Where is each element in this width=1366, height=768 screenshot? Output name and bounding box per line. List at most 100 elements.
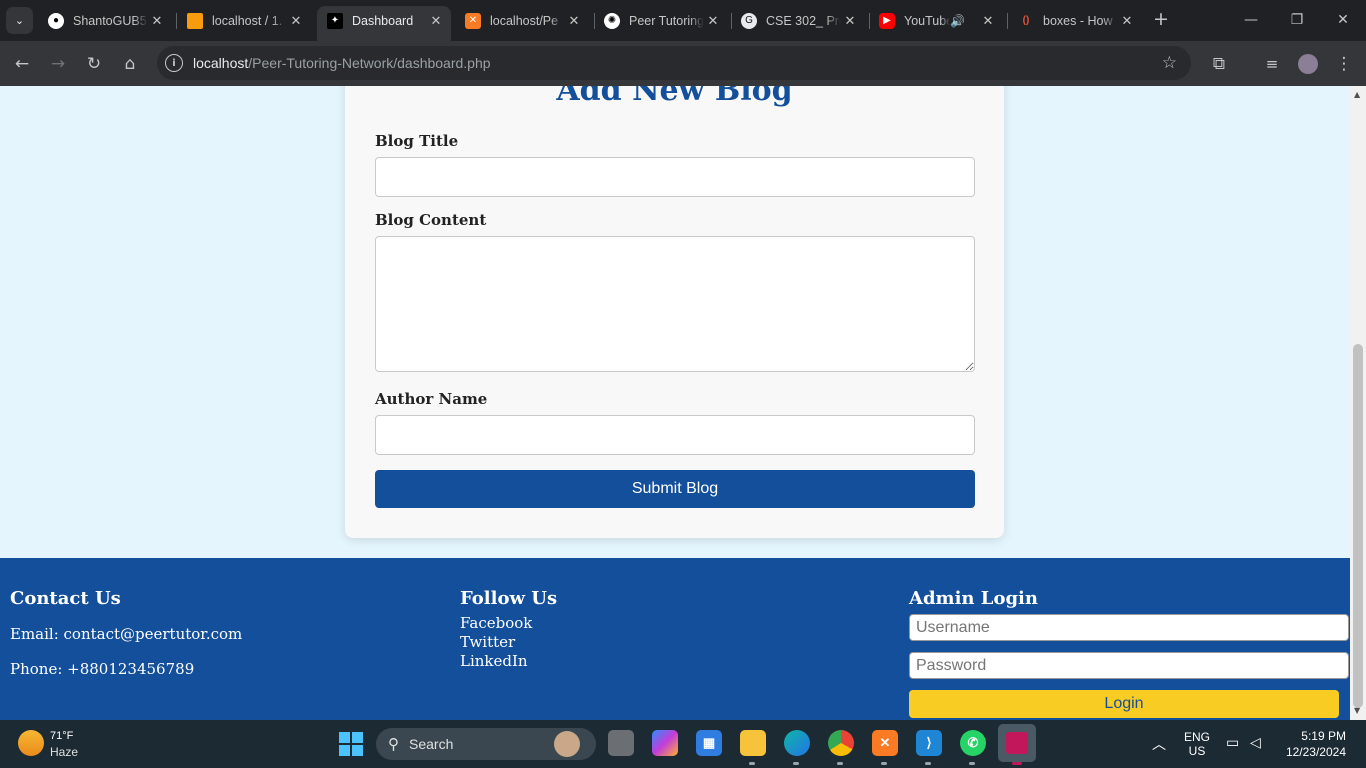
back-icon[interactable]: ←	[8, 50, 36, 78]
tab-xampp[interactable]: ✕ localhost/Pe ✕	[455, 6, 589, 35]
browser-toolbar: ← → ↻ ⌂ i localhost/Peer-Tutoring-Networ…	[0, 41, 1366, 86]
volume-icon[interactable]: ◁	[1250, 734, 1261, 751]
tab-dashboard[interactable]: ✦ Dashboard ✕	[317, 6, 451, 41]
tab-phpmyadmin[interactable]: localhost / 1. ✕	[177, 6, 311, 35]
whatsapp-icon[interactable]: ✆	[960, 730, 986, 756]
tab-youtube[interactable]: ▶ YouTube 🔊 ✕	[869, 6, 1003, 35]
close-icon[interactable]: ✕	[427, 13, 445, 29]
tab-chatgpt[interactable]: ✺ Peer Tutoring ✕	[594, 6, 728, 35]
taskbar-search[interactable]: ⚲ Search	[376, 728, 596, 760]
stackoverflow-icon: ()	[1022, 15, 1030, 26]
new-tab-button[interactable]: +	[1150, 9, 1172, 31]
scroll-up-icon[interactable]: ▲	[1354, 90, 1360, 99]
blog-title-input[interactable]	[375, 157, 975, 197]
home-icon[interactable]: ⌂	[116, 50, 144, 78]
page-scrollbar[interactable]: ▲ ▼	[1350, 86, 1366, 720]
tab-label: CSE 302_ Pro	[766, 13, 841, 28]
login-button[interactable]: Login	[909, 690, 1339, 718]
project-icon: G	[741, 12, 757, 29]
tab-label: localhost/Pe	[490, 13, 559, 28]
admin-login-heading: Admin Login	[909, 588, 1038, 609]
scroll-down-icon[interactable]: ▼	[1354, 706, 1360, 715]
close-icon[interactable]: ✕	[841, 13, 859, 29]
xampp-taskbar-icon[interactable]: ✕	[872, 730, 898, 756]
tab-search-button[interactable]: ⌄	[6, 7, 33, 34]
author-name-label: Author Name	[375, 390, 488, 408]
edge-icon[interactable]	[784, 730, 810, 756]
clock-date: 12/23/2024	[1285, 745, 1346, 759]
tab-stackoverflow[interactable]: () boxes - How ✕	[1008, 6, 1142, 35]
snipping-tool-icon[interactable]	[998, 724, 1036, 762]
page-viewport: Add New Blog Blog Title Blog Content Aut…	[0, 86, 1366, 720]
tab-label: ShantoGUB5	[73, 13, 147, 28]
windows-taskbar: 71°F Haze ⚲ Search ▦ ✕ ⟩ ✆ ︿ ENG US ▭ ◁ …	[0, 720, 1366, 768]
password-input[interactable]	[909, 652, 1349, 679]
file-explorer-icon[interactable]	[740, 730, 766, 756]
tab-label: Dashboard	[352, 13, 414, 28]
phpmyadmin-icon	[187, 12, 203, 29]
site-logo-icon: ✦	[327, 12, 343, 29]
github-icon: ●	[48, 12, 64, 29]
weather-condition: Haze	[50, 745, 79, 759]
microsoft-store-icon[interactable]: ▦	[696, 730, 722, 756]
contact-phone: Phone: +880123456789	[10, 660, 195, 678]
follow-heading: Follow Us	[460, 588, 558, 609]
tab-github[interactable]: ● ShantoGUB5 ✕	[38, 6, 172, 35]
facebook-link[interactable]: Facebook	[460, 614, 532, 632]
weather-icon[interactable]	[18, 730, 44, 756]
close-icon[interactable]: ✕	[287, 13, 305, 29]
linkedin-link[interactable]: LinkedIn	[460, 652, 528, 670]
search-icon: ⚲	[388, 736, 399, 753]
scrollbar-thumb[interactable]	[1353, 344, 1363, 708]
minimize-button[interactable]: —	[1228, 8, 1274, 32]
vscode-icon[interactable]: ⟩	[916, 730, 942, 756]
copilot-icon[interactable]	[652, 730, 678, 756]
contact-email: Email: contact@peertutor.com	[10, 625, 243, 643]
submit-blog-button[interactable]: Submit Blog	[375, 470, 975, 508]
close-icon[interactable]: ✕	[1118, 13, 1136, 29]
speaker-icon[interactable]: 🔊	[950, 14, 965, 28]
menu-icon[interactable]: ⋮	[1330, 50, 1358, 78]
tab-label: localhost / 1.	[212, 13, 283, 28]
forward-icon[interactable]: →	[44, 50, 72, 78]
author-name-input[interactable]	[375, 415, 975, 455]
blog-content-textarea[interactable]	[375, 236, 975, 372]
url-path: /Peer-Tutoring-Network/dashboard.php	[248, 55, 491, 71]
keyboard-layout: US	[1188, 744, 1206, 758]
close-icon[interactable]: ✕	[565, 13, 583, 29]
chevron-up-icon[interactable]: ︿	[1152, 734, 1166, 754]
close-icon[interactable]: ✕	[148, 13, 166, 29]
search-highlight-image	[554, 731, 580, 757]
chrome-icon[interactable]	[828, 730, 854, 756]
bookmark-star-icon[interactable]: ☆	[1162, 53, 1177, 73]
profile-avatar[interactable]	[1294, 50, 1322, 78]
url-text[interactable]: localhost/Peer-Tutoring-Network/dashboar…	[193, 55, 491, 71]
url-host: localhost	[193, 55, 249, 71]
close-window-button[interactable]: ✕	[1320, 8, 1366, 32]
clock-time: 5:19 PM	[1301, 729, 1346, 743]
username-input[interactable]	[909, 614, 1349, 641]
site-info-icon[interactable]: i	[165, 54, 183, 72]
tab-label: Peer Tutoring	[629, 13, 704, 28]
twitter-link[interactable]: Twitter	[460, 633, 515, 651]
clock[interactable]: 5:19 PM 12/23/2024	[1284, 729, 1346, 759]
reload-icon[interactable]: ↻	[80, 50, 108, 78]
xampp-icon: ✕	[465, 12, 481, 29]
youtube-icon: ▶	[879, 12, 895, 29]
weather-temperature: 71°F	[50, 730, 74, 742]
add-blog-card: Add New Blog Blog Title Blog Content Aut…	[345, 86, 1004, 538]
tab-cse302[interactable]: G CSE 302_ Pro ✕	[731, 6, 865, 35]
extensions-icon[interactable]: ⧉	[1205, 50, 1233, 78]
address-bar[interactable]: i localhost/Peer-Tutoring-Network/dashbo…	[157, 46, 1191, 80]
language-indicator[interactable]: ENG US	[1184, 730, 1210, 758]
media-control-icon[interactable]: ≡	[1258, 50, 1286, 78]
start-button[interactable]	[339, 732, 363, 756]
page-title: Add New Blog	[556, 86, 793, 108]
task-view-icon[interactable]	[608, 730, 634, 756]
close-icon[interactable]: ✕	[979, 13, 997, 29]
restore-button[interactable]: ❐	[1274, 8, 1320, 32]
search-label: Search	[409, 736, 454, 752]
close-icon[interactable]: ✕	[704, 13, 722, 29]
browser-tab-strip: ⌄ ● ShantoGUB5 ✕ localhost / 1. ✕ ✦ Dash…	[0, 0, 1366, 41]
network-icon[interactable]: ▭	[1226, 734, 1239, 751]
